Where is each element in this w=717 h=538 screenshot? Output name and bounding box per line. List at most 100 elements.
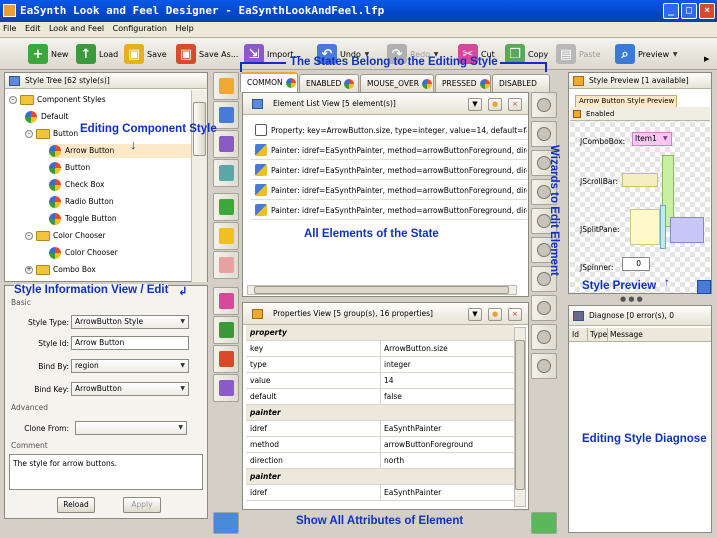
tool-tab-1[interactable] (213, 72, 239, 100)
property-row[interactable]: idref EaSynthPainter (246, 421, 514, 437)
tree-scrollbar[interactable] (191, 90, 207, 282)
layout-tool-icon (219, 199, 234, 215)
element-row[interactable]: Painter: idref=EaSynthPainter, method=ar… (251, 181, 527, 200)
bind-key-select[interactable]: ArrowButton (71, 382, 189, 396)
menu-file[interactable]: File (0, 22, 19, 35)
element-dropdown-button[interactable]: ▼ (468, 98, 482, 111)
splitter-dots[interactable]: ● ● ● (620, 295, 643, 303)
tree-item[interactable]: Color Chooser (49, 246, 118, 260)
wizard-button-1[interactable] (531, 92, 557, 118)
tree-item[interactable]: - Color Chooser (25, 229, 106, 243)
element-hscroll-thumb[interactable] (254, 286, 509, 294)
preview-spinner[interactable]: 0 (622, 257, 650, 271)
property-row[interactable]: key ArrowButton.size (246, 341, 514, 357)
preview-tab[interactable]: Arrow Button Style Preview (575, 95, 677, 107)
collapse-icon[interactable]: - (25, 232, 33, 240)
properties-scrollbar[interactable] (514, 327, 526, 507)
preview-split-right[interactable] (670, 217, 704, 243)
properties-scroll-thumb[interactable] (515, 340, 525, 490)
tool-tab-8[interactable] (213, 287, 239, 315)
tree-item[interactable]: Button (49, 161, 90, 175)
menu-edit[interactable]: Edit (22, 22, 44, 35)
property-group-row: property (246, 325, 514, 341)
tool-tab-4[interactable] (213, 159, 239, 187)
tree-item[interactable]: + Combo Box (25, 263, 96, 277)
reload-button[interactable]: Reload (57, 497, 95, 513)
property-row[interactable]: value 14 (246, 373, 514, 389)
collapse-icon[interactable]: - (9, 96, 17, 104)
tree-item[interactable]: - Component Styles (9, 93, 106, 107)
tool-tab-10[interactable] (213, 345, 239, 373)
tree-item-selected[interactable]: Arrow Button (49, 144, 199, 158)
property-row[interactable]: type integer (246, 357, 514, 373)
tree-item[interactable]: Toggle Button (49, 212, 117, 226)
properties-close-button[interactable]: × (508, 308, 522, 321)
element-row[interactable]: Painter: idref=EaSynthPainter, method=ar… (251, 141, 527, 160)
clone-from-select[interactable] (75, 421, 187, 435)
tool-tab-7[interactable] (213, 251, 239, 279)
tool-tab-9[interactable] (213, 316, 239, 344)
close-button[interactable]: × (699, 3, 715, 19)
minimize-button[interactable]: _ (663, 3, 679, 19)
save-button[interactable]: ▣ Save (124, 43, 167, 65)
tree-item[interactable]: Check Box (49, 178, 104, 192)
save-as-button[interactable]: ▣ Save As... (176, 43, 238, 65)
element-close-button[interactable]: × (508, 98, 522, 111)
menu-help[interactable]: Help (172, 22, 196, 35)
tab-enabled[interactable]: ENABLED (299, 74, 359, 92)
tool-tab-bottom[interactable] (213, 512, 239, 534)
comment-textarea[interactable]: The style for arrow buttons. (9, 454, 203, 490)
preview-button[interactable]: ⌕ Preview ▼ (615, 43, 679, 65)
tree-item[interactable]: Default (25, 110, 68, 124)
preview-split-divider[interactable] (660, 205, 666, 249)
wizard-button-8[interactable] (531, 295, 557, 321)
load-button[interactable]: ↑ Load (76, 43, 118, 65)
preview-scrollbar[interactable] (622, 173, 658, 187)
element-hscrollbar[interactable] (247, 285, 517, 295)
expand-icon[interactable]: + (25, 266, 33, 274)
bind-by-select[interactable]: region (71, 359, 189, 373)
menu-configuration[interactable]: Configuration (110, 22, 170, 35)
element-settings-button[interactable]: ● (488, 98, 502, 111)
wizard-button-9[interactable] (531, 324, 557, 350)
preview-split-left[interactable] (630, 209, 660, 245)
wizard-button-2[interactable] (531, 121, 557, 147)
tab-common[interactable]: COMMON (240, 72, 298, 92)
new-button[interactable]: + New (28, 43, 68, 65)
preview-zoom-icon[interactable] (697, 280, 711, 294)
enabled-checkbox[interactable]: Enabled (570, 107, 710, 121)
paste-button[interactable]: ▤ Paste (556, 43, 601, 65)
menu-look-and-feel[interactable]: Look and Feel (46, 22, 107, 35)
diagnose-col-id[interactable]: Id (572, 328, 579, 342)
style-type-select[interactable]: ArrowButton Style (71, 315, 189, 329)
property-row[interactable]: idref EaSynthPainter (246, 485, 514, 501)
tool-tab-2[interactable] (213, 101, 239, 129)
preview-dropdown-icon[interactable]: ▼ (671, 45, 679, 63)
properties-settings-button[interactable]: ● (488, 308, 502, 321)
property-row[interactable]: direction north (246, 453, 514, 469)
tab-mouse-over[interactable]: MOUSE_OVER (360, 74, 434, 92)
tool-tab-11[interactable] (213, 374, 239, 402)
style-id-input[interactable]: Arrow Button (71, 336, 189, 350)
wizard-help-button[interactable] (531, 512, 557, 534)
apply-button[interactable]: Apply (123, 497, 161, 513)
tab-disabled[interactable]: DISABLED (492, 74, 550, 107)
collapse-icon[interactable]: - (25, 130, 33, 138)
tool-tab-6[interactable] (213, 222, 239, 250)
properties-dropdown-button[interactable]: ▼ (468, 308, 482, 321)
tree-item[interactable]: - Button (25, 127, 78, 141)
tool-tab-5[interactable] (213, 193, 239, 221)
element-row[interactable]: Property: key=ArrowButton.size, type=int… (251, 121, 527, 140)
property-row[interactable]: default false (246, 389, 514, 405)
diagnose-col-message[interactable]: Message (607, 328, 643, 342)
toolbar-overflow-icon[interactable]: ▶ (704, 48, 714, 70)
diagnose-col-type[interactable]: Type (587, 328, 607, 342)
tab-pressed[interactable]: PRESSED (435, 74, 491, 92)
maximize-button[interactable]: □ (681, 3, 697, 19)
property-row[interactable]: method arrowButtonForeground (246, 437, 514, 453)
wizard-button-10[interactable] (531, 353, 557, 379)
element-row[interactable]: Painter: idref=EaSynthPainter, method=ar… (251, 201, 527, 220)
tree-item[interactable]: Radio Button (49, 195, 114, 209)
element-row[interactable]: Painter: idref=EaSynthPainter, method=ar… (251, 161, 527, 180)
tool-tab-3[interactable] (213, 130, 239, 158)
